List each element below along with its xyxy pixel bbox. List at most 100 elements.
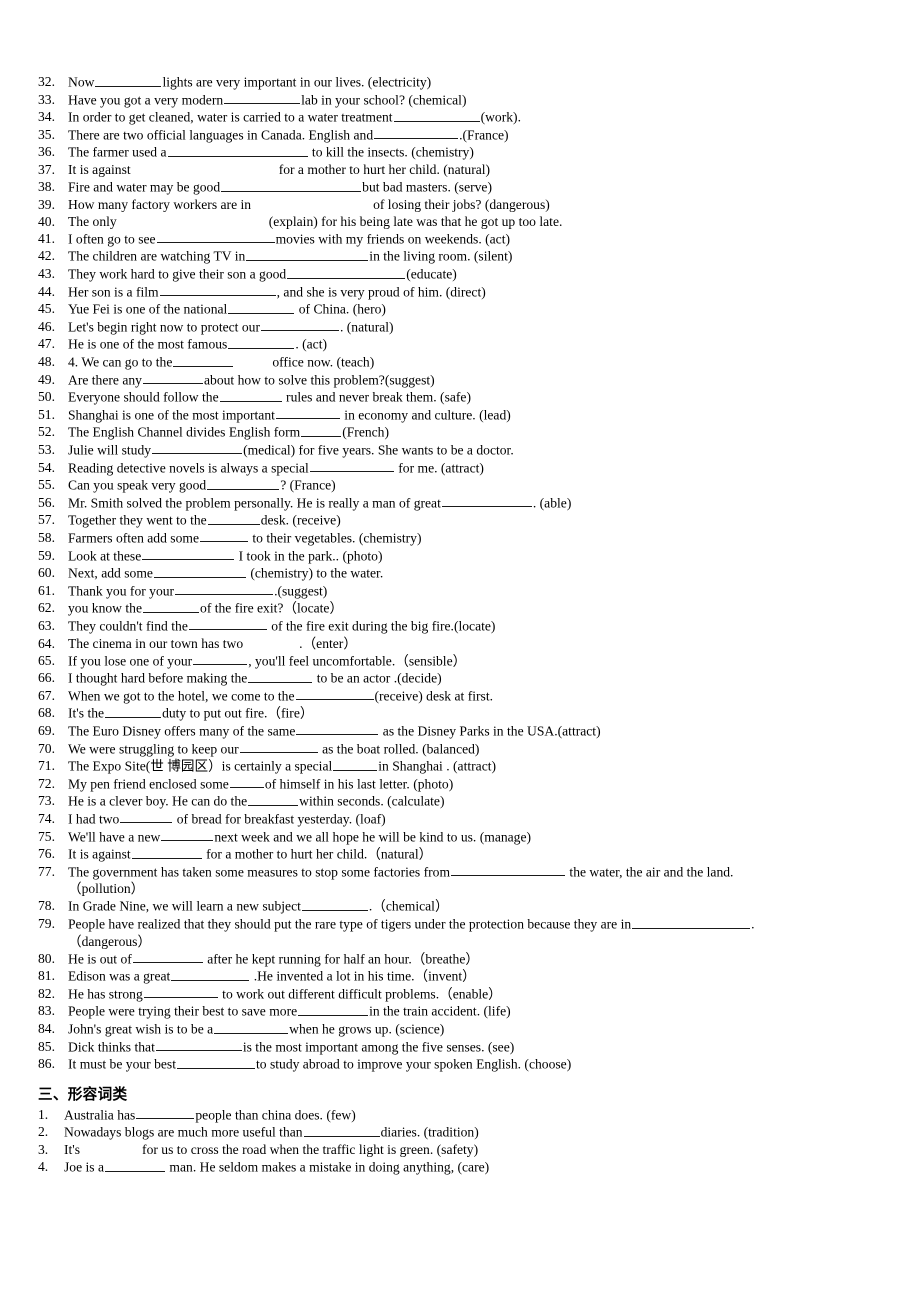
exercise-prompt-before: Mr. Smith solved the problem personally.… — [68, 495, 441, 511]
answer-blank[interactable] — [155, 1038, 242, 1052]
exercise-item: 59. Look at these I took in the park.. (p… — [38, 547, 908, 565]
exercise-prompt-before: We were struggling to keep our — [68, 741, 239, 757]
answer-blank[interactable] — [246, 247, 369, 261]
answer-blank[interactable] — [143, 985, 218, 999]
exercise-prompt-after: , you'll feel uncomfortable.（sensible） — [248, 653, 467, 669]
exercise-item: 49. Are there any about how to solve this … — [38, 371, 908, 389]
exercise-prompt-after: in economy and culture. (lead) — [340, 407, 511, 423]
exercise-number: 32. — [38, 74, 55, 89]
exercise-text: The English Channel divides English form… — [68, 423, 908, 441]
answer-blank[interactable] — [214, 1020, 289, 1034]
answer-blank[interactable] — [221, 178, 362, 192]
exercise-item: 4. Joe is a man. He seldom makes a mistak… — [38, 1158, 908, 1176]
answer-blank[interactable] — [188, 617, 267, 631]
exercise-text: Shanghai is one of the most important in… — [68, 406, 908, 424]
answer-blank[interactable] — [193, 652, 248, 666]
exercise-item: 41. I often go to see movies with my frien… — [38, 230, 908, 248]
answer-blank[interactable] — [251, 196, 373, 209]
exercise-number: 72. — [38, 775, 55, 791]
answer-blank[interactable] — [451, 863, 566, 877]
exercise-text: In Grade Nine, we will learn a new subje… — [68, 897, 908, 915]
answer-blank[interactable] — [171, 967, 250, 981]
answer-blank[interactable] — [287, 265, 406, 279]
answer-blank[interactable] — [228, 300, 295, 314]
answer-blank[interactable] — [80, 1142, 142, 1155]
exercise-number: 60. — [38, 565, 55, 581]
exercise-prompt-before: He is a clever boy. He can do the — [68, 793, 248, 809]
exercise-text: We were struggling to keep our as the bo… — [68, 740, 908, 758]
answer-blank[interactable] — [298, 1002, 369, 1016]
answer-blank[interactable] — [228, 335, 295, 349]
answer-blank[interactable] — [224, 91, 301, 105]
answer-blank[interactable] — [136, 1106, 195, 1120]
answer-blank[interactable] — [142, 547, 235, 561]
answer-blank[interactable] — [131, 161, 279, 174]
answer-blank[interactable] — [260, 318, 339, 332]
answer-blank[interactable] — [229, 775, 264, 789]
exercise-number: 43. — [38, 266, 55, 282]
answer-blank[interactable] — [105, 704, 162, 718]
answer-blank[interactable] — [333, 757, 378, 771]
exercise-prompt-after: (work). — [480, 109, 521, 125]
answer-blank[interactable] — [120, 810, 173, 824]
answer-blank[interactable] — [248, 669, 313, 683]
answer-blank[interactable] — [296, 722, 379, 736]
answer-blank[interactable] — [152, 441, 243, 455]
answer-blank[interactable] — [95, 73, 162, 87]
exercise-prompt-before: Dick thinks that — [68, 1039, 155, 1055]
exercise-prompt-before: They work hard to give their son a good — [68, 266, 287, 282]
answer-blank[interactable] — [239, 740, 318, 754]
answer-blank[interactable] — [156, 230, 275, 244]
answer-blank[interactable] — [374, 126, 459, 140]
exercise-prompt-after: as the boat rolled. (balanced) — [318, 741, 480, 757]
exercise-item: 44. Her son is a film , and she is very pr… — [38, 283, 908, 301]
exercise-item: 3. It's for us to cross the road when the … — [38, 1141, 908, 1158]
answer-blank[interactable] — [275, 406, 340, 420]
answer-blank[interactable] — [167, 143, 308, 157]
exercise-prompt-before: Everyone should follow the — [68, 389, 219, 405]
answer-blank[interactable] — [393, 108, 480, 122]
answer-blank[interactable] — [132, 950, 203, 964]
answer-blank[interactable] — [248, 792, 299, 806]
exercise-item: 86. It must be your best to study abroad t… — [38, 1055, 908, 1073]
answer-blank[interactable] — [142, 371, 203, 385]
exercise-prompt-after: of China. (hero) — [295, 301, 386, 317]
exercise-prompt-after: after he kept running for half an hour.（… — [203, 951, 479, 967]
answer-blank[interactable] — [301, 897, 368, 911]
exercise-text: It is against for a mother to hurt her ch… — [68, 161, 908, 178]
answer-blank[interactable] — [175, 582, 274, 596]
exercise-number: 66. — [38, 670, 55, 686]
answer-blank[interactable] — [173, 353, 234, 367]
answer-blank[interactable] — [243, 635, 299, 648]
answer-blank[interactable] — [303, 1123, 380, 1137]
answer-blank[interactable] — [131, 845, 202, 859]
exercise-prompt-before: Yue Fei is one of the national — [68, 301, 228, 317]
answer-blank[interactable] — [309, 459, 394, 473]
answer-blank[interactable] — [632, 915, 751, 929]
answer-blank[interactable] — [117, 213, 269, 226]
exercise-prompt-after: to study abroad to improve your spoken E… — [255, 1056, 572, 1072]
exercise-prompt-after: .(France) — [459, 127, 509, 143]
answer-blank[interactable] — [159, 283, 276, 297]
answer-blank[interactable] — [105, 1158, 166, 1172]
answer-blank[interactable] — [207, 511, 260, 525]
answer-blank[interactable] — [301, 423, 342, 437]
answer-blank[interactable] — [207, 476, 280, 490]
answer-blank[interactable] — [441, 494, 532, 508]
exercise-prompt-after: in Shanghai . (attract) — [378, 758, 497, 774]
answer-blank[interactable] — [295, 687, 374, 701]
answer-blank[interactable] — [143, 599, 200, 613]
exercise-text: I thought hard before making the to be a… — [68, 669, 908, 687]
answer-blank[interactable] — [219, 388, 282, 402]
exercise-prompt-after: (French) — [342, 424, 390, 440]
answer-blank[interactable] — [176, 1055, 255, 1069]
exercise-number: 52. — [38, 424, 55, 440]
answer-blank[interactable] — [161, 828, 214, 842]
exercise-prompt-after: .He invented a lot in his time.（invent） — [250, 968, 476, 984]
answer-blank[interactable] — [200, 529, 248, 543]
exercise-prompt-before: Her son is a film — [68, 284, 159, 300]
exercise-item: 71. The Expo Site(世 博园区）is certainly a sp… — [38, 757, 908, 775]
answer-blank[interactable] — [153, 564, 246, 578]
exercise-text: They work hard to give their son a good (… — [68, 265, 908, 283]
answer-blank[interactable] — [234, 354, 272, 367]
